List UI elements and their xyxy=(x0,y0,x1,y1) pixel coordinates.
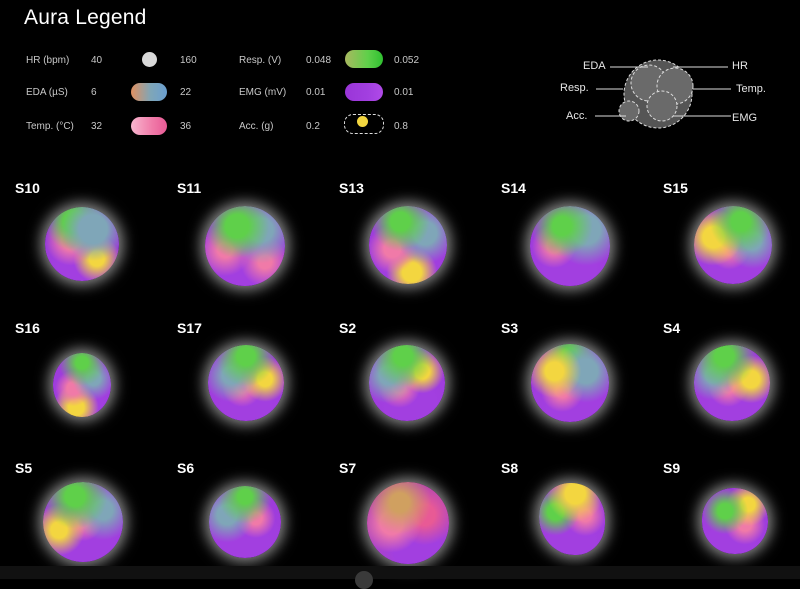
aura-s5 xyxy=(43,482,123,562)
acc-max: 0.8 xyxy=(394,121,408,132)
subject-card[interactable]: S17 xyxy=(162,310,322,448)
subject-id: S10 xyxy=(15,180,40,196)
subject-id: S2 xyxy=(339,320,357,336)
subject-card[interactable]: S15 xyxy=(648,170,800,308)
emg-swatch xyxy=(345,83,383,101)
resp-swatch xyxy=(345,50,383,68)
hr-max: 160 xyxy=(180,55,197,66)
subject-card[interactable]: S10 xyxy=(0,170,160,308)
diagram-emg-circle xyxy=(646,90,678,122)
subject-id: S7 xyxy=(339,460,357,476)
subject-id: S9 xyxy=(663,460,681,476)
aura-s7 xyxy=(367,482,449,564)
aura-s3 xyxy=(531,344,609,422)
aura-s13 xyxy=(369,206,447,284)
aura-s4 xyxy=(694,345,770,421)
aura-s17 xyxy=(208,345,284,421)
subject-card[interactable]: S16 xyxy=(0,310,160,448)
aura-s6 xyxy=(209,486,281,558)
subject-id: S6 xyxy=(177,460,195,476)
subject-id: S13 xyxy=(339,180,364,196)
resp-max: 0.052 xyxy=(394,55,420,66)
bottom-scrollbar[interactable] xyxy=(0,566,800,589)
subject-card[interactable]: S2 xyxy=(324,310,484,448)
emg-min: 0.01 xyxy=(306,87,326,98)
aura-s11 xyxy=(205,206,285,286)
diagram-resp-label: Resp. xyxy=(560,82,589,94)
aura-s14 xyxy=(530,206,610,286)
subject-id: S4 xyxy=(663,320,681,336)
subject-id: S5 xyxy=(15,460,33,476)
aura-s2 xyxy=(369,345,445,421)
subject-id: S11 xyxy=(177,180,202,196)
acc-swatch xyxy=(357,116,368,127)
diagram-hr-label: HR xyxy=(732,60,748,72)
aura-s9 xyxy=(702,488,768,554)
subject-card[interactable]: S3 xyxy=(486,310,646,448)
eda-swatch xyxy=(131,83,167,101)
diagram-emg-label: EMG xyxy=(732,112,758,124)
eda-label: EDA (µS) xyxy=(26,87,68,98)
subject-id: S15 xyxy=(663,180,688,196)
subject-id: S17 xyxy=(177,320,202,336)
hr-label: HR (bpm) xyxy=(26,55,70,66)
subject-card[interactable]: S11 xyxy=(162,170,322,308)
subject-card[interactable]: S13 xyxy=(324,170,484,308)
scroll-handle[interactable] xyxy=(355,571,373,589)
temp-max: 36 xyxy=(180,121,192,132)
temp-label: Temp. (°C) xyxy=(26,121,74,132)
resp-min: 0.048 xyxy=(306,55,332,66)
hr-min: 40 xyxy=(91,55,103,66)
aura-s10 xyxy=(45,207,119,281)
diagram-acc-label: Acc. xyxy=(566,110,588,122)
acc-min: 0.2 xyxy=(306,121,320,132)
hr-swatch xyxy=(142,52,157,67)
eda-min: 6 xyxy=(91,87,97,98)
aura-s8 xyxy=(539,483,605,555)
subject-card[interactable]: S4 xyxy=(648,310,800,448)
page-title: Aura Legend xyxy=(24,6,147,29)
aura-s16 xyxy=(53,353,111,417)
aura-diagram: EDA HR Resp. Temp. Acc. EMG xyxy=(548,50,788,140)
diagram-acc-circle xyxy=(618,100,640,122)
emg-max: 0.01 xyxy=(394,87,414,98)
eda-max: 22 xyxy=(180,87,192,98)
aura-s15 xyxy=(694,206,772,284)
subject-id: S16 xyxy=(15,320,40,336)
subject-id: S8 xyxy=(501,460,519,476)
temp-min: 32 xyxy=(91,121,103,132)
acc-label: Acc. (g) xyxy=(239,121,274,132)
diagram-eda-label: EDA xyxy=(583,60,606,72)
resp-label: Resp. (V) xyxy=(239,55,282,66)
temp-swatch xyxy=(131,117,167,135)
subject-id: S14 xyxy=(501,180,526,196)
subject-card[interactable]: S14 xyxy=(486,170,646,308)
subject-grid: S10 S11 S13 S14 S15 S16 S17 S2 S3 S4 S5 xyxy=(0,170,800,570)
diagram-temp-label: Temp. xyxy=(736,83,766,95)
emg-label: EMG (mV) xyxy=(239,87,287,98)
subject-id: S3 xyxy=(501,320,519,336)
